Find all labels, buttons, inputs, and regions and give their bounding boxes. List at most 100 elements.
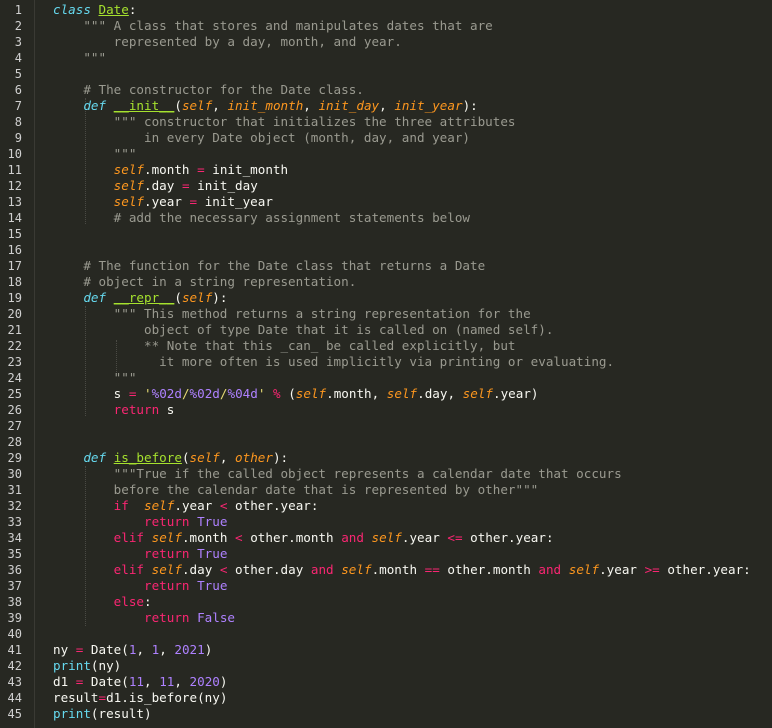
code-line[interactable]: print(ny): [53, 658, 121, 674]
code-token: ,: [219, 450, 236, 465]
code-line[interactable]: def __repr__(self):: [53, 290, 227, 306]
code-line[interactable]: return True: [53, 546, 227, 562]
code-token: .month,: [326, 386, 387, 401]
code-token: 2021: [174, 642, 205, 657]
line-number: 7: [14, 99, 22, 113]
line-number: 13: [7, 195, 22, 209]
code-token: .day,: [417, 386, 463, 401]
line-number: 27: [7, 419, 22, 433]
line-number: 35: [7, 547, 22, 561]
code-token: .year: [599, 562, 645, 577]
code-token: ': [144, 386, 152, 401]
code-token: ** Note that this _can_ be called explic…: [53, 338, 516, 353]
code-line[interactable]: self.month = init_month: [53, 162, 288, 178]
code-line[interactable]: object of type Date that it is called on…: [53, 322, 553, 338]
code-line[interactable]: before the calendar date that is represe…: [53, 482, 539, 498]
line-number: 10: [7, 147, 22, 161]
code-token: =: [98, 690, 107, 705]
line-number: 2: [14, 19, 22, 33]
code-token: print: [53, 658, 91, 673]
line-number: 14: [7, 211, 22, 225]
code-token: :: [128, 2, 137, 17]
code-token: (: [174, 290, 182, 305]
code-line[interactable]: self.day = init_day: [53, 178, 258, 194]
code-token: 11: [128, 674, 145, 689]
code-line[interactable]: def is_before(self, other):: [53, 450, 288, 466]
code-token: other.year:: [659, 562, 751, 577]
line-number: 32: [7, 499, 22, 513]
code-line[interactable]: """: [53, 146, 137, 162]
line-number: 22: [7, 339, 22, 353]
code-token: def: [83, 450, 107, 465]
code-token: other.year:: [227, 498, 319, 513]
code-token: (: [174, 98, 182, 113]
line-number: 42: [7, 659, 22, 673]
code-token: """ constructor that initializes the thr…: [53, 114, 516, 129]
code-token: and: [538, 562, 562, 577]
code-token: Date: [98, 2, 129, 17]
code-line[interactable]: """ A class that stores and manipulates …: [53, 18, 492, 34]
code-token: # add the necessary assignment statement…: [53, 210, 471, 225]
code-line[interactable]: ** Note that this _can_ be called explic…: [53, 338, 516, 354]
code-token: other.month: [439, 562, 539, 577]
code-line[interactable]: class Date:: [53, 2, 136, 18]
code-line[interactable]: s = '%02d/%02d/%04d' % (self.month, self…: [53, 386, 539, 402]
code-token: =: [197, 162, 205, 177]
line-number: 19: [7, 291, 22, 305]
code-line[interactable]: return True: [53, 514, 227, 530]
code-line[interactable]: result=d1.is_before(ny): [53, 690, 227, 706]
line-number: 43: [7, 675, 22, 689]
code-line[interactable]: print(result): [53, 706, 152, 722]
code-token: ==: [424, 562, 440, 577]
line-number: 12: [7, 179, 22, 193]
code-token: self: [341, 562, 372, 577]
code-line[interactable]: """: [53, 370, 137, 386]
code-token: =: [189, 194, 198, 209]
code-line[interactable]: """ constructor that initializes the thr…: [53, 114, 516, 130]
code-line[interactable]: """True if the called object represents …: [53, 466, 622, 482]
code-area[interactable]: class Date: """ A class that stores and …: [53, 0, 772, 728]
code-line[interactable]: return s: [53, 402, 175, 418]
code-line[interactable]: elif self.month < other.month and self.y…: [53, 530, 554, 546]
code-line[interactable]: # The constructor for the Date class.: [53, 82, 364, 98]
code-line[interactable]: represented by a day, month, and year.: [53, 34, 402, 50]
code-line[interactable]: if self.year < other.year:: [53, 498, 319, 514]
code-token: .year: [401, 530, 448, 545]
code-token: """ This method returns a string represe…: [53, 306, 531, 321]
code-token: return: [144, 578, 190, 593]
code-line[interactable]: # add the necessary assignment statement…: [53, 210, 470, 226]
code-token: other.year:: [462, 530, 554, 545]
line-number: 33: [7, 515, 22, 529]
code-line[interactable]: d1 = Date(11, 11, 2020): [53, 674, 227, 690]
code-line[interactable]: in every Date object (month, day, and ye…: [53, 130, 470, 146]
code-token: __repr__: [113, 290, 175, 305]
code-token: return: [113, 402, 160, 417]
code-line[interactable]: ny = Date(1, 1, 2021): [53, 642, 212, 658]
code-token: True: [197, 514, 228, 529]
code-line[interactable]: elif self.day < other.day and self.month…: [53, 562, 751, 578]
code-token: =: [181, 178, 190, 193]
code-line[interactable]: return True: [53, 578, 227, 594]
code-line[interactable]: def __init__(self, init_month, init_day,…: [53, 98, 477, 114]
code-token: %: [273, 386, 281, 401]
code-line[interactable]: # The function for the Date class that r…: [53, 258, 485, 274]
code-line[interactable]: else:: [53, 594, 152, 610]
code-editor[interactable]: 1 2 3 4 5 6 7 8 9 10 11 12 13 14 15 16 17 18 19 20 21 22 23 24 2…: [0, 0, 772, 728]
code-line[interactable]: return False: [53, 610, 235, 626]
code-token: True: [197, 546, 228, 561]
code-token: ): [204, 642, 213, 657]
code-line[interactable]: self.year = init_year: [53, 194, 273, 210]
code-token: def: [83, 290, 107, 305]
code-line[interactable]: """: [53, 50, 106, 66]
code-line[interactable]: """ This method returns a string represe…: [53, 306, 531, 322]
code-token: .month: [144, 162, 198, 177]
code-token: elif: [113, 530, 145, 545]
code-line[interactable]: it more often is used implicitly via pri…: [53, 354, 614, 370]
code-line[interactable]: # object in a string representation.: [53, 274, 356, 290]
